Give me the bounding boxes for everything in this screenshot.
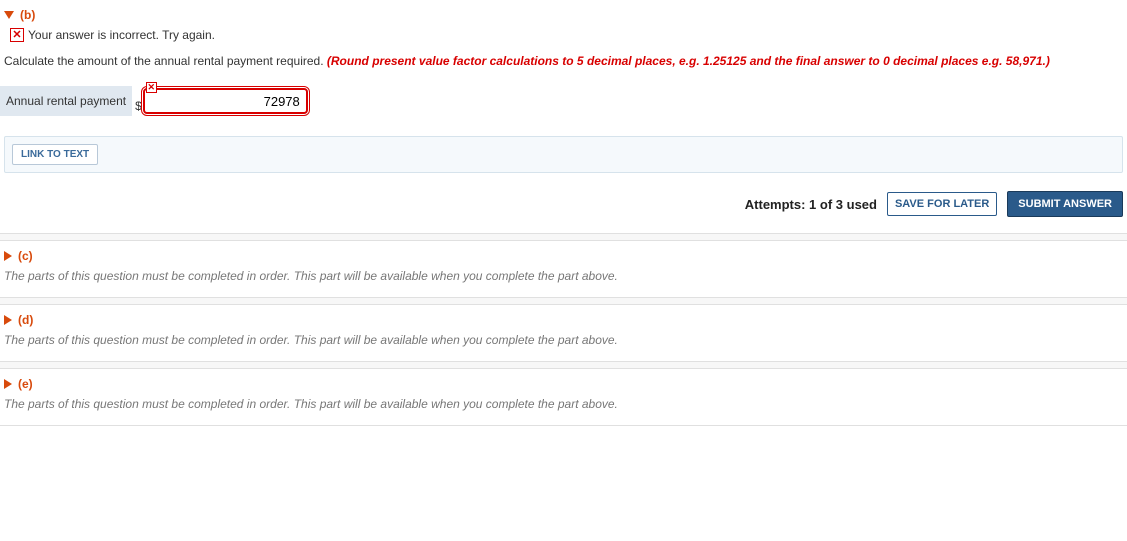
feedback-text: Your answer is incorrect. Try again. bbox=[28, 28, 215, 42]
part-e-header[interactable]: (e) bbox=[0, 369, 1127, 397]
chevron-down-icon bbox=[4, 11, 14, 19]
currency-symbol: $ bbox=[134, 99, 143, 113]
part-d-header[interactable]: (d) bbox=[0, 305, 1127, 333]
attempts-row: Attempts: 1 of 3 used SAVE FOR LATER SUB… bbox=[0, 181, 1127, 233]
save-for-later-button[interactable]: SAVE FOR LATER bbox=[887, 192, 997, 216]
question-prefix: Calculate the amount of the annual renta… bbox=[4, 54, 324, 68]
link-panel: LINK TO TEXT bbox=[4, 136, 1123, 173]
input-incorrect-icon: ✕ bbox=[146, 82, 157, 93]
part-c-locked-message: The parts of this question must be compl… bbox=[0, 269, 1127, 297]
part-c-header[interactable]: (c) bbox=[0, 241, 1127, 269]
chevron-right-icon bbox=[4, 251, 12, 261]
part-e-locked-message: The parts of this question must be compl… bbox=[0, 397, 1127, 425]
divider bbox=[0, 361, 1127, 369]
part-b-label: (b) bbox=[20, 8, 35, 22]
annual-rental-input[interactable] bbox=[143, 88, 308, 114]
part-c-label: (c) bbox=[18, 249, 33, 263]
answer-row: Annual rental payment $ ✕ bbox=[0, 80, 1127, 122]
input-wrapper: $ ✕ bbox=[134, 88, 308, 114]
divider bbox=[0, 297, 1127, 305]
feedback-row: ✕ Your answer is incorrect. Try again. bbox=[0, 28, 1127, 52]
divider bbox=[0, 233, 1127, 241]
attempts-text: Attempts: 1 of 3 used bbox=[745, 197, 877, 212]
part-d-locked-message: The parts of this question must be compl… bbox=[0, 333, 1127, 361]
chevron-right-icon bbox=[4, 379, 12, 389]
answer-label: Annual rental payment bbox=[0, 86, 132, 116]
part-b-header[interactable]: (b) bbox=[0, 0, 1127, 28]
question-text: Calculate the amount of the annual renta… bbox=[0, 52, 1127, 80]
incorrect-icon: ✕ bbox=[10, 28, 24, 42]
rounding-hint: (Round present value factor calculations… bbox=[327, 54, 1050, 68]
part-d-label: (d) bbox=[18, 313, 33, 327]
link-to-text-button[interactable]: LINK TO TEXT bbox=[12, 144, 98, 165]
divider bbox=[0, 425, 1127, 426]
part-e-label: (e) bbox=[18, 377, 33, 391]
chevron-right-icon bbox=[4, 315, 12, 325]
submit-answer-button[interactable]: SUBMIT ANSWER bbox=[1007, 191, 1123, 217]
